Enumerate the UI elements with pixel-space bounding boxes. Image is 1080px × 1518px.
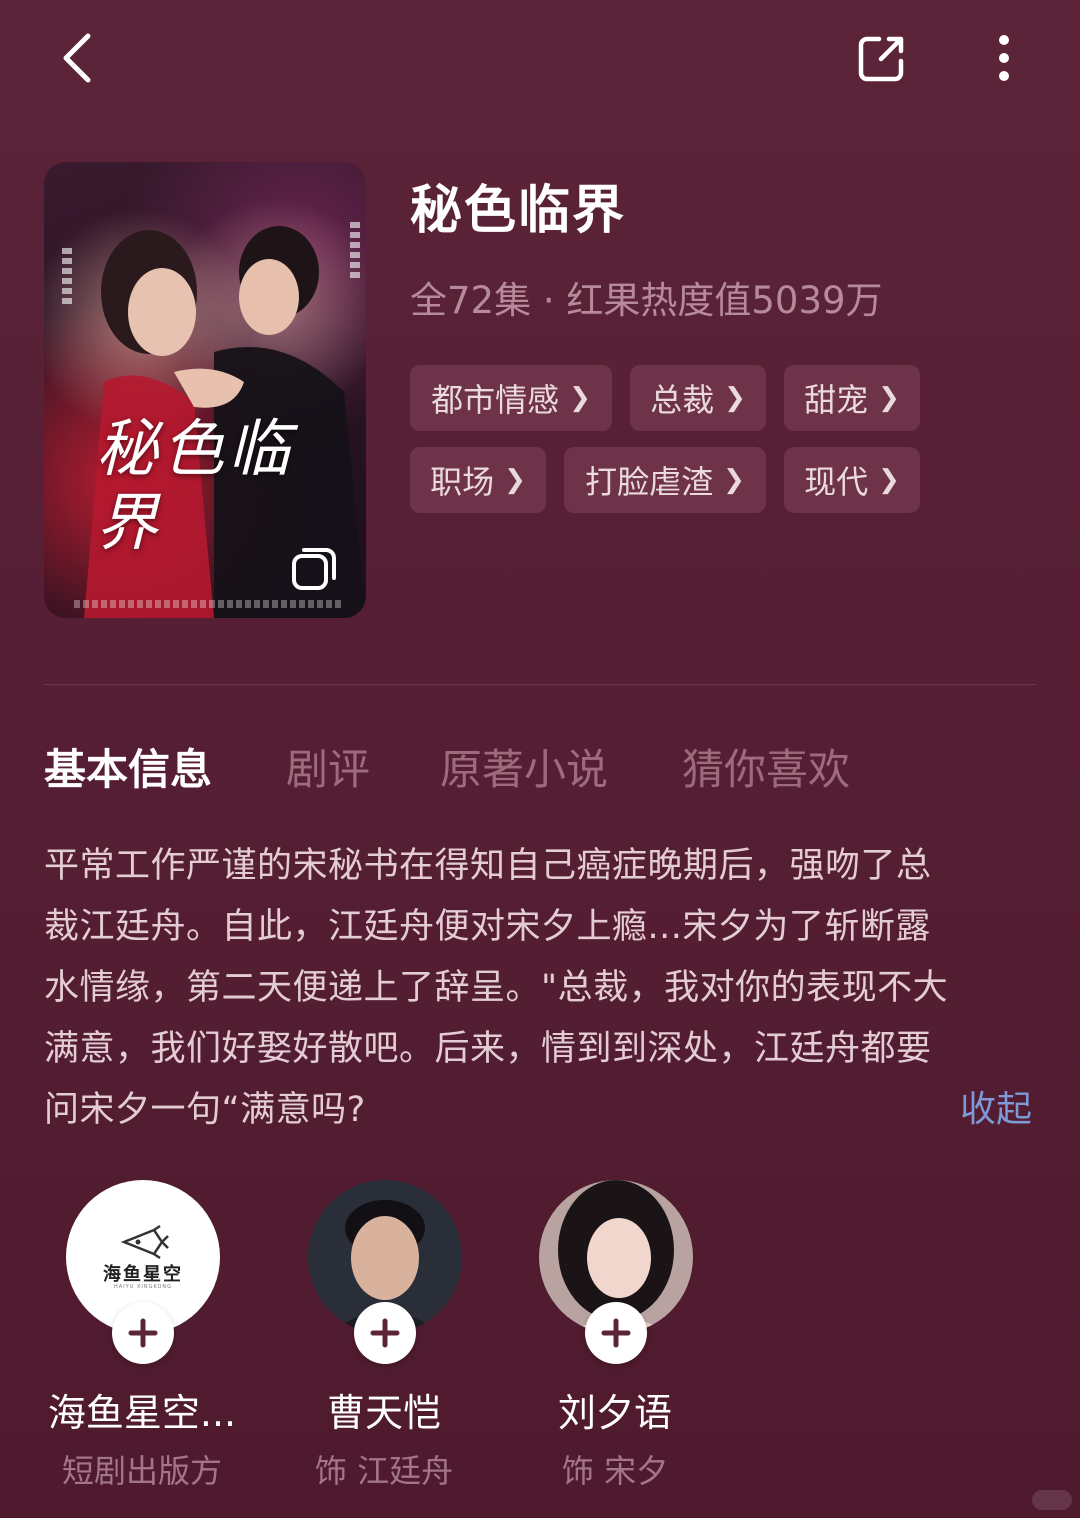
tab-reviews[interactable]: 剧评 bbox=[286, 736, 370, 797]
chevron-right-icon: ❯ bbox=[569, 383, 591, 413]
watermark-logo bbox=[1032, 1490, 1072, 1510]
synopsis: 平常工作严谨的宋秘书在得知自己癌症晚期后，强吻了总 裁江廷舟。自此，江廷舟便对宋… bbox=[44, 836, 1044, 1141]
poster-credits-right bbox=[350, 222, 360, 282]
poster-image[interactable]: 秘色临界 bbox=[44, 162, 366, 618]
plus-icon bbox=[370, 1318, 400, 1348]
tag-modern[interactable]: 现代 ❯ bbox=[784, 447, 920, 513]
chevron-right-icon: ❯ bbox=[723, 465, 745, 495]
more-vertical-icon bbox=[999, 35, 1009, 81]
tag-revenge[interactable]: 打脸虐渣 ❯ bbox=[564, 447, 766, 513]
share-icon bbox=[858, 36, 904, 82]
tab-recommendations[interactable]: 猜你喜欢 bbox=[682, 736, 850, 797]
follow-button[interactable] bbox=[112, 1302, 174, 1364]
back-arrow-icon bbox=[63, 33, 91, 83]
follow-button[interactable] bbox=[354, 1302, 416, 1364]
person-role: 短剧出版方 bbox=[61, 1452, 222, 1490]
tag-label: 打脸虐渣 bbox=[585, 463, 714, 501]
drama-title: 秘色临界 bbox=[410, 181, 627, 241]
top-bar bbox=[0, 0, 1080, 120]
plus-icon bbox=[601, 1318, 631, 1348]
person-role: 饰 江廷舟 bbox=[314, 1452, 454, 1490]
collapse-button[interactable]: 收起 bbox=[960, 1080, 1032, 1132]
tag-label: 职场 bbox=[430, 463, 495, 501]
drama-meta: 全72集 · 红果热度值5039万 bbox=[410, 279, 883, 322]
tag-label: 都市情感 bbox=[431, 381, 560, 419]
poster-badge-icon bbox=[292, 548, 336, 590]
synopsis-line: 裁江廷舟。自此，江廷舟便对宋夕上瘾...宋夕为了斩断露 bbox=[44, 907, 931, 947]
tag-urban-romance[interactable]: 都市情感 ❯ bbox=[410, 365, 612, 431]
synopsis-line: 水情缘，第二天便递上了辞呈。"总裁，我对你的表现不大 bbox=[44, 968, 949, 1008]
person-name: 曹天恺 bbox=[326, 1391, 441, 1435]
person-role: 饰 宋夕 bbox=[561, 1452, 669, 1490]
poster-credits-left bbox=[62, 248, 72, 308]
back-button[interactable] bbox=[40, 22, 112, 94]
follow-button[interactable] bbox=[585, 1302, 647, 1364]
person-name: 刘夕语 bbox=[557, 1391, 672, 1435]
tag-label: 总裁 bbox=[650, 381, 715, 419]
tab-basic-info[interactable]: 基本信息 bbox=[44, 736, 212, 797]
chevron-right-icon: ❯ bbox=[724, 383, 746, 413]
share-button[interactable] bbox=[846, 22, 918, 94]
tag-ceo[interactable]: 总裁 ❯ bbox=[630, 365, 766, 431]
chevron-right-icon: ❯ bbox=[878, 465, 900, 495]
poster-credits bbox=[74, 600, 344, 608]
publisher-logo-subtext: HAIYU XINGKONG bbox=[113, 1284, 173, 1290]
chevron-right-icon: ❯ bbox=[878, 383, 900, 413]
tag-label: 甜宠 bbox=[804, 381, 869, 419]
tag-label: 现代 bbox=[804, 463, 869, 501]
chevron-right-icon: ❯ bbox=[504, 465, 526, 495]
synopsis-line: 问宋夕一句“满意吗? bbox=[44, 1090, 366, 1130]
poster-title: 秘色临界 bbox=[96, 412, 295, 559]
tag-workplace[interactable]: 职场 ❯ bbox=[410, 447, 546, 513]
tag-sweet[interactable]: 甜宠 ❯ bbox=[784, 365, 920, 431]
person-name: 海鱼星空... bbox=[47, 1391, 237, 1435]
publisher-logo-text: 海鱼星空 bbox=[103, 1264, 183, 1285]
more-button[interactable] bbox=[968, 22, 1040, 94]
tab-original-novel[interactable]: 原著小说 bbox=[440, 736, 608, 797]
divider bbox=[44, 684, 1036, 685]
synopsis-line: 满意，我们好娶好散吧。后来，情到到深处，江廷舟都要 bbox=[44, 1029, 932, 1069]
synopsis-line: 平常工作严谨的宋秘书在得知自己癌症晚期后，强吻了总 bbox=[44, 846, 932, 886]
plus-icon bbox=[128, 1318, 158, 1348]
